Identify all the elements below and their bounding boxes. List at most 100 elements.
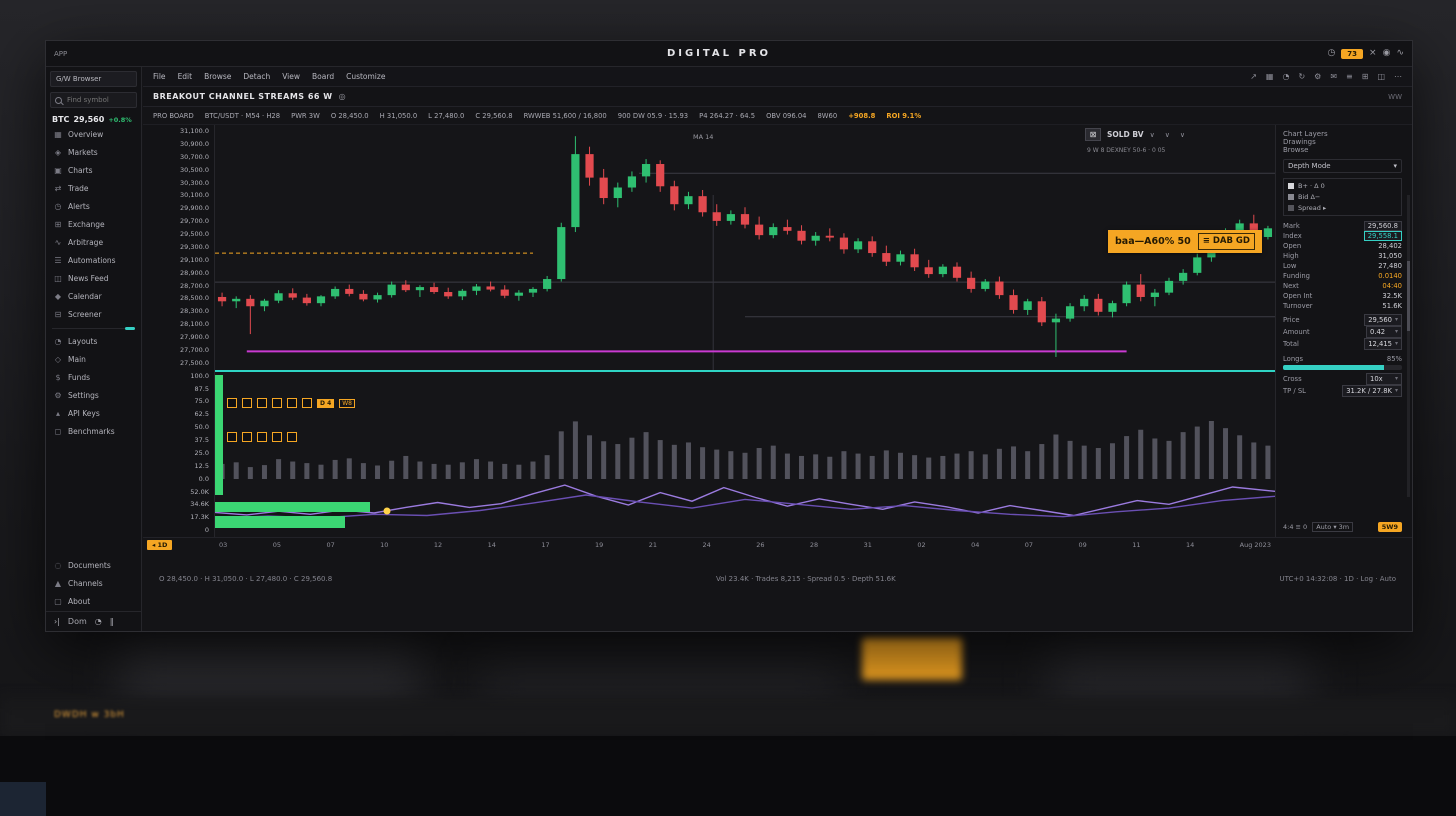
time-label[interactable]: Aug 2023 [1240, 541, 1271, 549]
total-field[interactable]: 12,415▾ [1364, 338, 1402, 350]
sidebar-item-api-keys[interactable]: ▴API Keys [46, 405, 141, 423]
time-label[interactable]: 14 [1186, 541, 1194, 549]
stepper-icon[interactable]: ▾ [1395, 328, 1398, 336]
time-label[interactable]: 31 [864, 541, 872, 549]
scrollbar-thumb[interactable] [1407, 261, 1410, 331]
menu-item-edit[interactable]: Edit [178, 72, 193, 81]
sidebar-item-overview[interactable]: ▦Overview [46, 126, 141, 144]
split-view-icon[interactable]: ◫ [1377, 72, 1385, 81]
menu-item-file[interactable]: File [153, 72, 166, 81]
indicator-chip[interactable] [287, 432, 297, 442]
menu-item-detach[interactable]: Detach [243, 72, 270, 81]
menu-item-view[interactable]: View [282, 72, 300, 81]
tp-sl-select[interactable]: 31.2K / 27.8K▾ [1342, 385, 1402, 397]
list-icon[interactable]: ≡ [1346, 72, 1353, 81]
price-alert-callout[interactable]: baa—A60% 50 ≡ DAB GD [1108, 230, 1262, 253]
sidebar-item-automations[interactable]: ☰Automations [46, 252, 141, 270]
sidebar-item-alerts[interactable]: ◷Alerts [46, 198, 141, 216]
timeframe-badge[interactable]: ◂ 1D [147, 540, 172, 550]
time-label[interactable]: 24 [702, 541, 710, 549]
indicator-chip[interactable] [302, 398, 312, 408]
notifications-icon[interactable]: ◉ [1383, 49, 1391, 58]
price-field[interactable]: 29,560▾ [1364, 314, 1402, 326]
time-label[interactable]: 14 [488, 541, 496, 549]
time-label[interactable]: 07 [1025, 541, 1033, 549]
indicator-chip[interactable] [272, 398, 282, 408]
sidebar-item-benchmarks[interactable]: ◻Benchmarks [46, 423, 141, 441]
stream-tab-title[interactable]: BREAKOUT CHANNEL STREAMS 66 W [153, 92, 333, 101]
sidebar-item-exchange[interactable]: ⊞Exchange [46, 216, 141, 234]
sidebar-item-news-feed[interactable]: ◫News Feed [46, 270, 141, 288]
indicator-chip[interactable] [242, 432, 252, 442]
close-icon[interactable]: × [1369, 49, 1377, 58]
cross-select[interactable]: 10x▾ [1366, 373, 1402, 385]
sidebar-item-markets[interactable]: ◈Markets [46, 144, 141, 162]
clock-icon[interactable]: ◷ [1327, 49, 1335, 58]
chevron-down-icon[interactable]: ∨ [1150, 131, 1155, 139]
chevron-down-icon[interactable]: ∨ [1180, 131, 1185, 139]
scrollbar[interactable] [1407, 195, 1410, 497]
time-label[interactable]: 05 [273, 541, 281, 549]
divider-toggle[interactable] [125, 327, 135, 330]
sidebar-footer-item-3[interactable]: ‖ [110, 617, 114, 626]
amount-field[interactable]: 0.42▾ [1366, 326, 1402, 338]
time-label[interactable]: 04 [971, 541, 979, 549]
chevron-down-icon[interactable]: ∨ [1165, 131, 1170, 139]
sidebar-footer-item-1[interactable]: Dom [68, 617, 87, 626]
time-label[interactable]: 17 [541, 541, 549, 549]
sidebar-item-main[interactable]: ◇Main [46, 351, 141, 369]
indicator-chip[interactable] [257, 398, 267, 408]
sidebar-item-about[interactable]: ▢About [46, 593, 141, 611]
time-label[interactable]: 10 [380, 541, 388, 549]
search-input[interactable] [65, 95, 132, 105]
settings-icon[interactable]: ⚙ [1314, 72, 1321, 81]
time-label[interactable]: 19 [595, 541, 603, 549]
stepper-icon[interactable]: ▾ [1395, 340, 1398, 348]
add-panel-icon[interactable]: ⊞ [1362, 72, 1369, 81]
menu-item-customize[interactable]: Customize [346, 72, 385, 81]
time-label[interactable]: 26 [756, 541, 764, 549]
menu-item-board[interactable]: Board [312, 72, 334, 81]
refresh-icon[interactable]: ↻ [1298, 72, 1305, 81]
legend-item[interactable]: B+ · Δ 0 [1288, 182, 1397, 190]
stepper-icon[interactable]: ▾ [1395, 316, 1398, 324]
sidebar-item-calendar[interactable]: ◆Calendar [46, 288, 141, 306]
price-scale[interactable]: 31,100.030,900.030,700.030,500.030,300.0… [143, 125, 215, 537]
stream-info-icon[interactable]: ◎ [339, 92, 346, 101]
menu-item-browse[interactable]: Browse [204, 72, 231, 81]
sidebar-footer-item-2[interactable]: ◔ [95, 617, 102, 626]
chart-plot[interactable]: MA 14 ⊠ SOLD BV ∨∨∨ 9 W 8 DEXNEY 50-6 · … [215, 125, 1275, 537]
signal-icon[interactable]: ∿ [1396, 49, 1404, 58]
sidebar-tab[interactable]: G/W Browser [50, 71, 137, 87]
time-label[interactable]: 12 [434, 541, 442, 549]
legend-item[interactable]: Spread ▸ [1288, 204, 1397, 212]
sidebar-item-trade[interactable]: ⇄Trade [46, 180, 141, 198]
sidebar-item-channels[interactable]: ▲Channels [46, 575, 141, 593]
tool-panel-label[interactable]: SOLD BV [1107, 130, 1144, 139]
candlestick-chart[interactable] [215, 125, 1275, 537]
indicator-chip[interactable] [227, 432, 237, 442]
sidebar-footer-item-0[interactable]: ›| [54, 617, 60, 626]
time-label[interactable]: 21 [649, 541, 657, 549]
gauge-bar[interactable] [1283, 365, 1402, 370]
status-badge[interactable]: 5W9 [1378, 522, 1402, 532]
time-label[interactable]: 07 [326, 541, 334, 549]
indicator-chip[interactable] [272, 432, 282, 442]
sidebar-item-arbitrage[interactable]: ∿Arbitrage [46, 234, 141, 252]
indicator-chip[interactable] [242, 398, 252, 408]
indicator-chip[interactable] [257, 432, 267, 442]
crosshair-icon[interactable]: ⊠ [1085, 128, 1101, 141]
share-icon[interactable]: ↗ [1250, 72, 1257, 81]
sidebar-item-screener[interactable]: ⊟Screener [46, 306, 141, 324]
sidebar-item-settings[interactable]: ⚙Settings [46, 387, 141, 405]
messages-icon[interactable]: ✉ [1330, 72, 1337, 81]
time-axis-labels[interactable]: 03050710121417192124262831020407091114Au… [215, 541, 1275, 549]
indicator-chip[interactable] [287, 398, 297, 408]
indicator-chip[interactable] [227, 398, 237, 408]
live-badge[interactable]: 73 [1341, 49, 1363, 59]
time-label[interactable]: 28 [810, 541, 818, 549]
layout-grid-icon[interactable]: ▦ [1266, 72, 1274, 81]
indicator-badge[interactable]: D 4 [317, 399, 334, 408]
more-icon[interactable]: ⋯ [1394, 72, 1402, 81]
depth-mode-select[interactable]: Depth Mode ▾ [1283, 159, 1402, 173]
